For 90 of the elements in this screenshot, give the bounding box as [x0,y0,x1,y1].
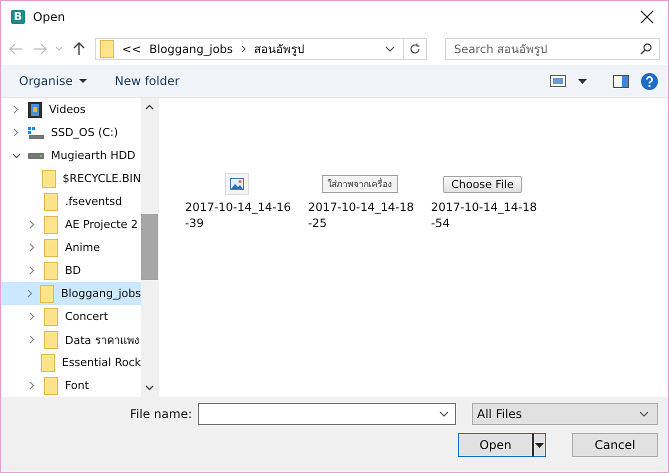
tree-item-label: Anime [65,241,100,254]
file-name[interactable]: 2017-10-14_14-18 -25 [302,199,414,231]
breadcrumb-item[interactable]: Bloggang_jobs [149,42,233,56]
folder-icon [44,216,58,234]
folder-icon [44,376,58,394]
chevron-right-icon[interactable] [29,312,35,321]
chevron-down-icon [639,411,649,417]
up-arrow-icon[interactable] [73,42,85,56]
app-icon: B [11,10,25,24]
organise-menu-button[interactable]: Organise [11,72,95,90]
chevron-up-icon[interactable] [145,104,154,110]
tree-item-label: SSD_OS (C:) [51,126,118,139]
view-icon[interactable] [550,75,566,87]
chevron-right-icon[interactable] [13,105,19,114]
tree-item-label: Videos [49,103,86,116]
folder-icon [44,262,58,280]
file-type-dropdown[interactable]: All Files [472,403,658,425]
open-button[interactable]: Open [458,433,532,457]
folder-icon [40,354,55,372]
tree-item[interactable]: .fseventsd [1,190,141,213]
search-field[interactable]: Search สอนอัพรูป [445,38,660,60]
file-name-field[interactable] [198,403,456,425]
tree-item-label: BD [65,264,82,277]
chevron-right-icon[interactable] [29,335,35,344]
tree-item[interactable]: $RECYCLE.BIN [1,167,141,190]
film-icon [28,102,42,118]
tree-item-label: .fseventsd [65,195,122,208]
tree-item-label: Font [65,379,89,392]
folder-icon [44,238,58,256]
tree-item[interactable]: SSD_OS (C:) [1,121,141,144]
chevron-down-icon[interactable] [12,152,20,158]
chevron-down-icon[interactable] [439,411,449,417]
folder-icon [44,192,58,210]
folder-icon [42,170,56,188]
tree-item[interactable]: Bloggang_jobs [1,282,141,305]
tree-item[interactable]: AE Projecte 2 [1,213,141,236]
tree-item-label: Bloggang_jobs [61,287,141,300]
tree-item[interactable]: BD [1,259,141,282]
search-icon [640,42,652,54]
folder-icon [44,308,58,326]
chevron-right-icon[interactable] [27,289,33,298]
file-name[interactable]: 2017-10-14_14-18 -54 [425,199,537,231]
drive-icon [28,152,44,158]
tree-item-label: $RECYCLE.BIN [62,172,141,185]
chevron-right-icon[interactable] [29,381,35,390]
tree-item-label: AE Projecte 2 [65,218,138,231]
scrollbar-thumb[interactable] [141,214,158,280]
preview-pane-icon[interactable] [613,74,629,88]
tree-item[interactable]: Videos [1,98,141,121]
chevron-right-icon[interactable] [29,266,35,275]
picture-icon [230,178,244,190]
tree-item-label: Mugiearth HDD [51,149,136,162]
address-bar[interactable]: << Bloggang_jobs สอนอัพรูป [95,38,427,60]
close-icon[interactable] [640,10,654,24]
caret-icon [535,442,544,448]
breadcrumb-item[interactable]: สอนอัพรูป [254,40,304,58]
file-name[interactable]: 2017-10-14_14-16 -39 [179,199,291,231]
refresh-icon [409,42,421,54]
tree-item-label: Essential Rock [62,356,141,369]
tree-item-label: Data ราคาแพง [65,332,139,348]
tree-item[interactable]: Font [1,374,141,397]
caret-icon [78,78,87,84]
button-thumbnail[interactable]: Choose File [443,176,522,192]
chevron-right-icon[interactable] [29,220,35,229]
tree-item[interactable]: Anime [1,236,141,259]
chevron-right-icon [240,44,246,52]
file-name-label: File name: [130,407,192,421]
window-title: Open [33,10,66,24]
drive-icon [28,126,44,138]
help-icon[interactable] [641,72,658,90]
tree-item[interactable]: Concert [1,305,141,328]
folder-icon [100,40,114,58]
breadcrumb-item[interactable]: << [122,42,142,56]
tree-item[interactable]: Essential Rock [1,351,141,374]
folder-icon [40,284,54,302]
chevron-right-icon[interactable] [29,243,35,252]
tree-item-label: Concert [65,310,108,323]
chevron-right-icon[interactable] [13,128,19,137]
scrollbar[interactable] [141,98,158,397]
new-folder-button[interactable]: New folder [106,72,188,90]
chevron-down-icon[interactable] [385,46,395,52]
image-thumbnail[interactable] [224,173,248,195]
button-thumbnail[interactable]: ใส่ภาพจากเครื่อง [322,175,398,193]
folder-icon [44,330,58,348]
chevron-down-icon[interactable] [145,385,154,391]
tree-item[interactable]: Data ราคาแพง [1,328,141,351]
cancel-button[interactable]: Cancel [572,433,658,457]
tree-item[interactable]: Mugiearth HDD [1,144,141,167]
open-dropdown-button[interactable] [532,433,546,457]
caret-icon[interactable] [578,78,587,84]
